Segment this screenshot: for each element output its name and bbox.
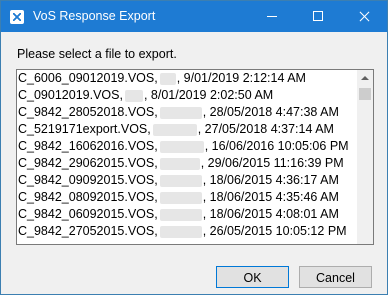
file-date: , 8/01/2019 2:02:50 AM — [143, 88, 274, 102]
scroll-thumb[interactable] — [359, 88, 371, 100]
file-name: C_5219171export.VOS, — [18, 122, 151, 136]
minimize-button[interactable] — [249, 1, 295, 32]
file-list-item[interactable]: C_9842_27052015.VOS, , 26/05/2015 10:05:1… — [17, 223, 357, 240]
redacted-text — [159, 191, 202, 204]
file-date: , 29/06/2015 11:16:39 PM — [200, 156, 344, 170]
file-date: , 9/01/2019 2:12:14 AM — [176, 71, 306, 85]
file-list-item[interactable]: C_09012019.VOS, , 8/01/2019 2:02:50 AM — [17, 87, 357, 104]
redacted-text — [159, 174, 202, 187]
redacted-text — [159, 140, 204, 153]
export-dialog: VoS Response Export Please select a file… — [0, 0, 388, 295]
file-list-item[interactable]: C_6006_09012019.VOS, , 9/01/2019 2:12:14 … — [17, 70, 357, 87]
file-list-item[interactable]: C_9842_08092015.VOS, , 18/06/2015 4:35:46… — [17, 189, 357, 206]
redacted-text — [159, 106, 202, 119]
file-name: C_6006_09012019.VOS, — [18, 71, 158, 85]
file-list-item[interactable]: C_5219171export.VOS, , 27/05/2018 4:37:14… — [17, 121, 357, 138]
redacted-text — [124, 89, 143, 102]
file-date: , 18/06/2015 4:08:01 AM — [202, 207, 339, 221]
file-list-item[interactable]: C_9842_16062016.VOS, , 16/06/2016 10:05:0… — [17, 138, 357, 155]
file-list-item[interactable]: C_9842_29062015.VOS, , 29/06/2015 11:16:3… — [17, 155, 357, 172]
prompt-label: Please select a file to export. — [17, 47, 177, 61]
file-name: C_9842_06092015.VOS, — [18, 207, 158, 221]
file-date: , 18/06/2015 4:36:17 AM — [202, 173, 339, 187]
file-listbox[interactable]: C_6006_09012019.VOS, , 9/01/2019 2:12:14 … — [16, 69, 374, 245]
file-name: C_9842_16062016.VOS, — [18, 139, 158, 153]
redacted-text — [159, 72, 176, 85]
maximize-button[interactable] — [295, 1, 341, 32]
file-list-item[interactable]: C_9842_09092015.VOS, , 18/06/2015 4:36:17… — [17, 172, 357, 189]
vertical-scrollbar[interactable] — [357, 70, 373, 244]
window-title: VoS Response Export — [33, 9, 156, 23]
file-list-item[interactable]: C_9842_28052018.VOS, , 28/05/2018 4:47:38… — [17, 104, 357, 121]
file-name: C_9842_28052018.VOS, — [18, 105, 158, 119]
file-name: C_9842_29062015.VOS, — [18, 156, 158, 170]
file-name: C_9842_08092015.VOS, — [18, 190, 158, 204]
file-name: C_9842_09092015.VOS, — [18, 173, 158, 187]
file-date: , 16/06/2016 10:05:06 PM — [204, 139, 349, 153]
scroll-up-icon[interactable] — [357, 70, 373, 87]
redacted-text — [152, 123, 197, 136]
file-date: , 18/06/2015 4:35:46 AM — [202, 190, 339, 204]
file-date: , 28/05/2018 4:47:38 AM — [202, 105, 339, 119]
file-date: , 27/05/2018 4:37:14 AM — [197, 122, 334, 136]
redacted-text — [159, 208, 202, 221]
redacted-text — [159, 157, 200, 170]
file-list-item[interactable]: C_9842_06092015.VOS, , 18/06/2015 4:08:01… — [17, 206, 357, 223]
app-icon — [10, 10, 24, 24]
ok-button[interactable]: OK — [216, 266, 289, 288]
redacted-text — [159, 225, 202, 238]
close-button[interactable] — [341, 1, 387, 32]
file-date: , 26/05/2015 10:05:12 PM — [202, 224, 347, 238]
file-name: C_09012019.VOS, — [18, 88, 123, 102]
file-list: C_6006_09012019.VOS, , 9/01/2019 2:12:14 … — [17, 70, 357, 244]
cancel-button[interactable]: Cancel — [299, 266, 372, 288]
file-name: C_9842_27052015.VOS, — [18, 224, 158, 238]
title-bar[interactable]: VoS Response Export — [1, 1, 387, 32]
